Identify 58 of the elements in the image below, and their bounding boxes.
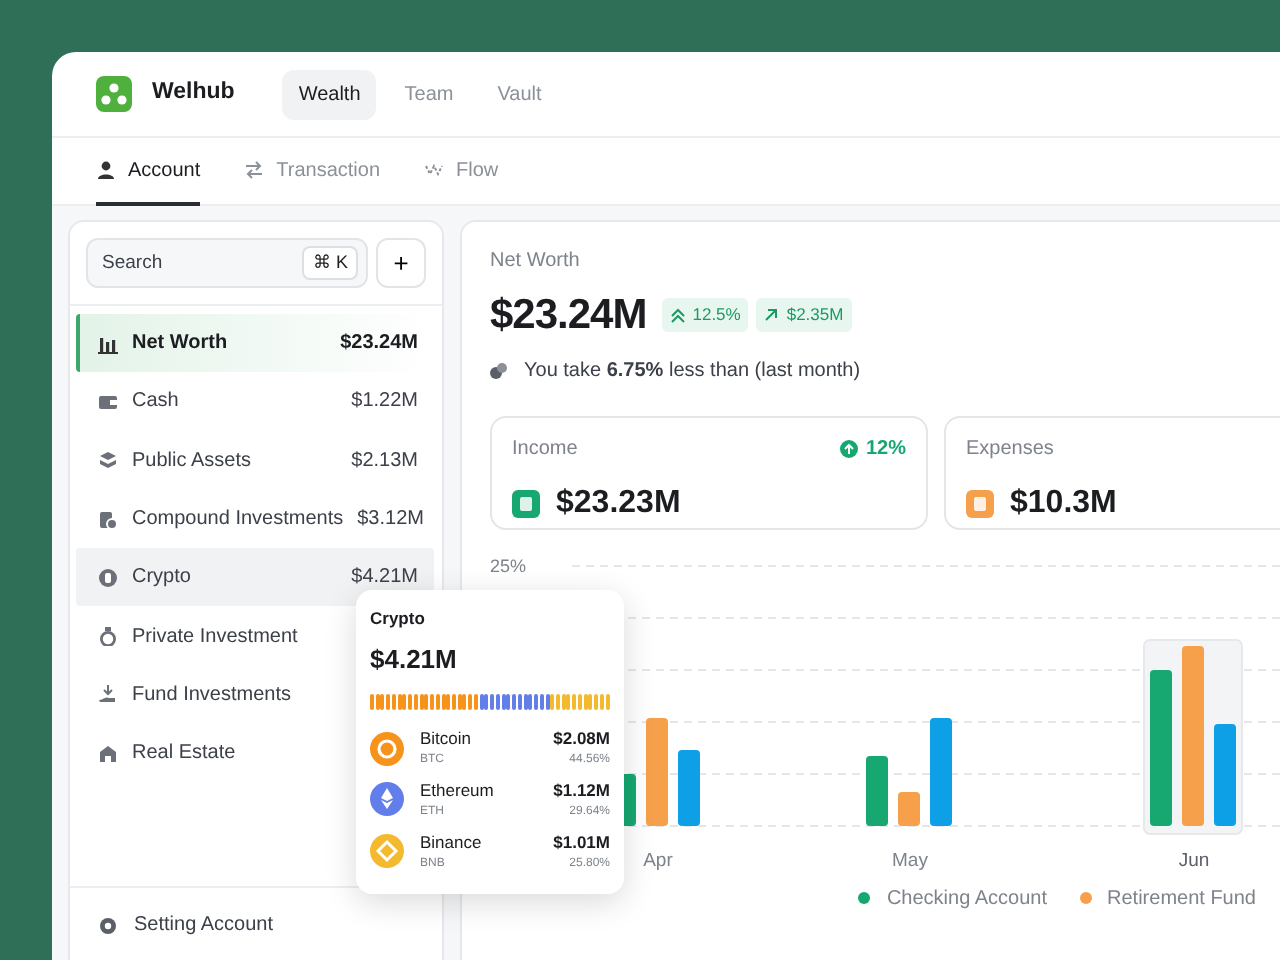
- tooltip-title: Crypto: [370, 606, 427, 632]
- arrows-icon: [244, 160, 265, 180]
- card-amount: $10.3M: [1010, 483, 1117, 523]
- comparison-note: You take 6.75% less than (last month): [524, 357, 861, 385]
- sidebar-item[interactable]: Private Investment: [76, 606, 314, 666]
- search-input[interactable]: Search: [88, 240, 303, 286]
- net-worth-amount: $23.24M: [490, 290, 647, 342]
- chart-bar: [898, 791, 920, 825]
- month-label: Jun: [1178, 849, 1210, 871]
- chart-bar: [1214, 723, 1236, 825]
- month-label: Apr: [643, 849, 673, 871]
- change-indicator: 12%: [839, 433, 906, 463]
- tooltip-amount: $4.21M: [370, 641, 459, 678]
- settings-link[interactable]: Setting Account: [134, 910, 273, 940]
- sidebar-item[interactable]: Public Assets $2.13M: [76, 431, 434, 490]
- person-icon: [96, 160, 116, 180]
- card-label: Income: [512, 435, 578, 463]
- bar-chart-icon: [98, 333, 118, 354]
- sidebar-item[interactable]: Real Estate: [76, 724, 252, 783]
- house-icon: [98, 743, 118, 764]
- coin-icon: [98, 567, 118, 588]
- coin-name: Binance: [420, 829, 484, 855]
- layers-icon: [98, 450, 118, 471]
- chart-bar: [930, 717, 952, 825]
- document-icon: [98, 509, 118, 530]
- month-label: May: [892, 849, 928, 871]
- chart-bar: [646, 717, 668, 825]
- money-bag-icon: [98, 626, 118, 647]
- sidebar-item[interactable]: Crypto $4.21M: [76, 548, 434, 607]
- coin-value: $2.08M: [553, 726, 610, 752]
- coin-name: Bitcoin: [420, 726, 474, 752]
- logo-icon: [96, 76, 132, 112]
- sidebar-item[interactable]: Compound Investments $3.12M: [76, 489, 434, 549]
- nav-tab[interactable]: Wealth: [282, 69, 377, 119]
- arrow-up-right-icon: [764, 306, 781, 325]
- chart-bar: [678, 749, 700, 825]
- search-field[interactable]: Search ⌘ K: [86, 238, 368, 288]
- section-label: Net Worth: [490, 248, 582, 276]
- chart-bar: [866, 755, 888, 825]
- wallet-icon: [98, 391, 118, 412]
- coin-name: Ethereum: [420, 778, 496, 804]
- legend-label: Retirement Fund: [1107, 885, 1256, 913]
- shortcut-key: ⌘ K: [302, 245, 358, 281]
- double-chevron-up-icon: [670, 306, 687, 325]
- card-label: Expenses: [966, 435, 1054, 463]
- sidebar-item[interactable]: Cash $1.22M: [76, 372, 434, 432]
- axis-tick-label: 25%: [490, 555, 527, 575]
- change-badge: 12.5%: [662, 298, 749, 333]
- coins-icon: [490, 361, 508, 379]
- brand-name: Welhub: [152, 78, 235, 109]
- sidebar-item[interactable]: Fund Investments: [76, 665, 307, 725]
- arrow-up-circle-icon: [839, 439, 858, 457]
- coin-value: $1.01M: [553, 829, 610, 855]
- legend-label: Checking Account: [886, 885, 1048, 913]
- add-button[interactable]: +: [376, 238, 426, 288]
- card-amount: $23.23M: [556, 483, 681, 523]
- coin-value: $1.12M: [553, 778, 610, 804]
- change-badge: $2.35M: [756, 298, 852, 333]
